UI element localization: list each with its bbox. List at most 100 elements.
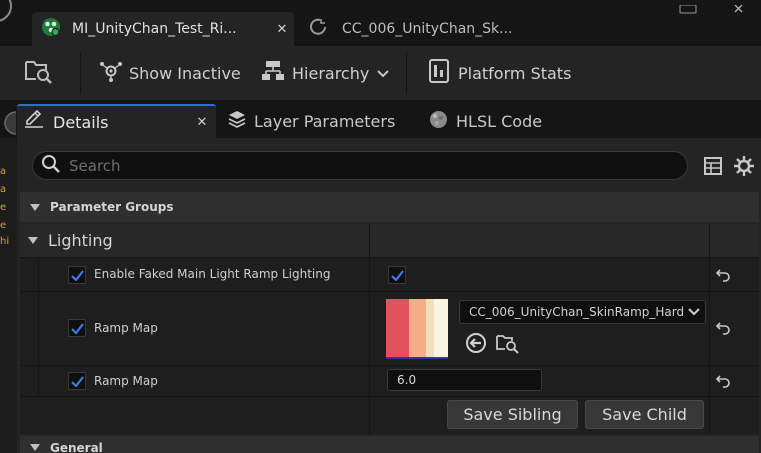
chevron-down-icon — [683, 307, 705, 317]
column-separator — [709, 397, 710, 435]
checkmark-icon — [390, 269, 404, 281]
folder-search-icon — [496, 335, 519, 354]
override-checkbox[interactable] — [68, 372, 86, 390]
browse-asset-button[interactable] — [24, 46, 56, 100]
show-inactive-label: Show Inactive — [129, 63, 241, 83]
use-selected-asset-button[interactable] — [465, 332, 487, 354]
platform-stats-label: Platform Stats — [458, 63, 572, 83]
browse-to-asset-button[interactable] — [496, 332, 520, 354]
editor-toolbar: Show Inactive Hierarchy Platform Stats — [0, 46, 761, 100]
parameter-groups-header[interactable]: Parameter Groups — [20, 192, 759, 222]
property-label: Enable Faked Main Light Ramp Lighting — [94, 267, 331, 281]
document-tab-strip: MI_UnityChan_Test_Ri... ✕ CC_006_UnityCh… — [0, 0, 761, 46]
hierarchy-label: Hierarchy — [292, 63, 370, 83]
reset-to-default-button[interactable] — [712, 372, 734, 390]
folder-search-icon — [24, 58, 54, 88]
hierarchy-icon — [262, 60, 284, 86]
panel-tab-strip: Details ✕ Layer Parameters HLSL Code — [0, 100, 761, 138]
show-inactive-button[interactable]: Show Inactive — [99, 46, 241, 100]
platform-stats-icon — [429, 59, 449, 87]
tab-label: CC_006_UnityChan_Sk... — [342, 21, 513, 37]
indent-guide — [38, 366, 39, 397]
ramp-texture-value: CC_006_UnityChan_SkinRamp_Hard — [469, 305, 683, 319]
save-child-button[interactable]: Save Child — [585, 400, 704, 429]
column-separator — [709, 258, 710, 292]
tab-texture[interactable]: CC_006_UnityChan_Sk... — [304, 12, 544, 46]
show-inactive-icon — [99, 60, 123, 86]
ramp-map-number-value: 6.0 — [397, 373, 417, 387]
property-row-faked-light: Enable Faked Main Light Ramp Lighting — [20, 257, 759, 292]
general-group-label: General — [50, 441, 103, 453]
layers-icon — [228, 110, 246, 132]
parameter-groups-label: Parameter Groups — [50, 200, 174, 214]
property-row-ramp-map-texture: Ramp Map CC_006_UnityChan_SkinRamp_Hard — [20, 291, 759, 366]
reset-to-default-button[interactable] — [712, 319, 734, 337]
settings-button[interactable] — [733, 155, 755, 177]
partial-panel-icon — [4, 111, 16, 135]
window-close-button[interactable] — [732, 0, 750, 13]
toolbar-separator — [406, 52, 407, 94]
column-separator — [369, 224, 370, 257]
column-separator — [369, 366, 370, 397]
tab-hlsl-code-label: HLSL Code — [456, 111, 543, 131]
override-checkbox[interactable] — [68, 319, 86, 337]
property-label: Ramp Map — [94, 321, 158, 335]
ramp-map-number-field[interactable]: 6.0 — [387, 369, 542, 391]
reset-arrow-icon — [715, 375, 730, 388]
reset-to-default-button[interactable] — [712, 266, 734, 284]
indent-guide — [38, 292, 39, 366]
table-view-button[interactable] — [703, 156, 723, 176]
table-view-icon — [703, 157, 723, 180]
search-box[interactable] — [32, 151, 688, 180]
platform-stats-button[interactable]: Platform Stats — [429, 46, 571, 100]
hierarchy-dropdown[interactable]: Hierarchy — [262, 46, 390, 100]
details-pencil-icon — [23, 109, 45, 134]
partial-toolbar-icon — [0, 0, 12, 22]
column-separator — [709, 292, 710, 366]
lighting-group-header[interactable]: Lighting — [20, 224, 759, 257]
ramp-texture-dropdown[interactable]: CC_006_UnityChan_SkinRamp_Hard — [459, 300, 706, 324]
column-separator — [369, 292, 370, 366]
search-input[interactable] — [69, 156, 629, 175]
toolbar-separator — [80, 52, 81, 94]
save-sibling-button[interactable]: Save Sibling — [447, 400, 578, 429]
override-checkbox[interactable] — [68, 266, 86, 284]
faked-light-value-checkbox[interactable] — [388, 266, 406, 284]
property-label: Ramp Map — [94, 374, 158, 388]
collapse-triangle-icon — [30, 444, 40, 451]
texture-asset-icon — [308, 17, 328, 41]
tab-material-instance[interactable]: MI_UnityChan_Test_Ri... ✕ — [32, 12, 294, 46]
property-row-ramp-map-scalar: Ramp Map 6.0 — [20, 365, 759, 397]
ramp-texture-thumbnail[interactable] — [386, 299, 448, 359]
indent-guide — [38, 258, 39, 292]
column-separator — [369, 397, 370, 435]
tab-details[interactable]: Details ✕ — [17, 104, 216, 138]
window-minimize-button[interactable] — [679, 0, 697, 14]
reset-arrow-icon — [715, 269, 730, 282]
tab-details-label: Details — [53, 112, 109, 132]
general-group-header[interactable]: General — [20, 436, 759, 453]
search-icon — [41, 154, 61, 178]
material-instance-icon — [40, 16, 62, 42]
hlsl-sphere-icon — [429, 110, 448, 133]
tab-close-button[interactable]: ✕ — [270, 22, 294, 37]
column-separator — [709, 224, 710, 257]
left-panel-edge: a a e e hi — [0, 138, 17, 453]
column-separator — [369, 258, 370, 292]
tab-hlsl-code[interactable]: HLSL Code — [429, 104, 542, 138]
chevron-down-icon — [376, 64, 390, 83]
tab-layer-parameters[interactable]: Layer Parameters — [228, 104, 395, 138]
use-selected-arrow-icon — [466, 333, 486, 353]
checkmark-icon — [70, 269, 84, 281]
tab-label: MI_UnityChan_Test_Ri... — [72, 21, 237, 37]
checkmark-icon — [70, 322, 84, 334]
lighting-group-label: Lighting — [48, 231, 113, 250]
column-separator — [709, 366, 710, 397]
reset-arrow-icon — [715, 322, 730, 335]
checkmark-icon — [70, 375, 84, 387]
gear-icon — [733, 156, 755, 181]
tab-details-close-button[interactable]: ✕ — [188, 115, 216, 130]
collapse-triangle-icon — [28, 237, 38, 244]
tab-layer-parameters-label: Layer Parameters — [254, 111, 396, 131]
collapse-triangle-icon — [30, 203, 40, 211]
